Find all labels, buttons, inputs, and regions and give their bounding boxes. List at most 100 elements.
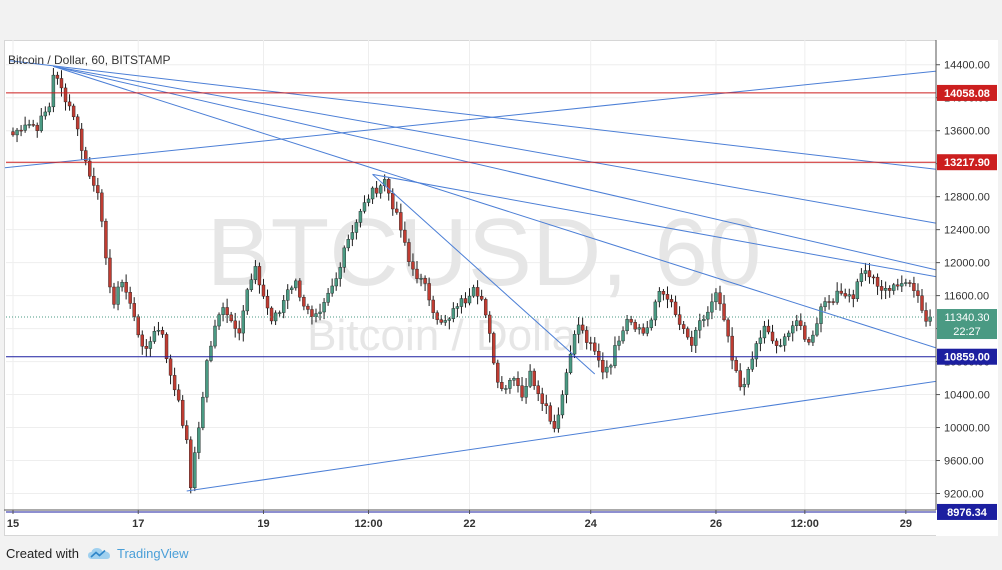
candle[interactable] [492, 331, 496, 365]
candle[interactable] [928, 309, 932, 327]
candle[interactable] [823, 297, 827, 312]
candle[interactable] [164, 332, 169, 364]
candle[interactable] [217, 312, 221, 330]
candle[interactable] [201, 391, 205, 431]
candle[interactable] [128, 286, 132, 309]
candle[interactable] [500, 376, 504, 392]
candle[interactable] [512, 376, 516, 387]
candle[interactable] [273, 310, 278, 326]
trendline[interactable] [8, 60, 959, 173]
candle[interactable] [71, 103, 76, 121]
candle[interactable] [742, 377, 746, 396]
candle[interactable] [79, 122, 84, 160]
candle[interactable] [892, 282, 896, 295]
candle[interactable] [572, 330, 577, 359]
candle[interactable] [104, 218, 108, 265]
candle[interactable] [875, 273, 880, 295]
candle[interactable] [374, 180, 379, 198]
candle[interactable] [23, 116, 27, 133]
candle[interactable] [734, 356, 738, 373]
candle[interactable] [681, 320, 686, 334]
candle[interactable] [75, 114, 80, 137]
candle[interactable] [100, 189, 104, 228]
candle[interactable] [835, 282, 839, 305]
candle[interactable] [55, 71, 60, 85]
candle[interactable] [269, 306, 274, 325]
candle[interactable] [726, 317, 730, 343]
candle[interactable] [762, 320, 767, 344]
candle[interactable] [770, 324, 775, 344]
tradingview-link[interactable]: TradingView [87, 546, 189, 561]
candle[interactable] [302, 294, 306, 311]
candle[interactable] [637, 323, 641, 335]
candle[interactable] [277, 310, 282, 317]
candle[interactable] [879, 280, 884, 300]
candle[interactable] [168, 354, 173, 385]
candle[interactable] [920, 288, 924, 314]
candle[interactable] [706, 306, 710, 327]
candle[interactable] [746, 366, 750, 388]
candle[interactable] [193, 446, 197, 492]
candle[interactable] [694, 327, 698, 354]
candle[interactable] [92, 167, 96, 192]
candle[interactable] [27, 119, 31, 129]
trendline[interactable] [4, 68, 959, 169]
candle[interactable] [593, 337, 597, 356]
candle[interactable] [782, 333, 787, 352]
candle[interactable] [758, 330, 763, 352]
candle[interactable] [827, 294, 831, 310]
candle[interactable] [803, 321, 807, 342]
candle[interactable] [613, 336, 617, 369]
candle[interactable] [552, 414, 557, 433]
candle[interactable] [754, 341, 759, 367]
candle[interactable] [108, 249, 112, 294]
candle[interactable] [483, 297, 488, 319]
candle[interactable] [904, 278, 908, 287]
candle[interactable] [189, 436, 193, 494]
candle[interactable] [597, 343, 601, 368]
candle[interactable] [564, 368, 569, 404]
candle[interactable] [791, 320, 795, 342]
candle[interactable] [617, 335, 621, 351]
candle[interactable] [645, 321, 649, 337]
candle[interactable] [774, 338, 779, 354]
candle[interactable] [641, 323, 645, 336]
candle[interactable] [633, 319, 637, 333]
candle[interactable] [799, 313, 803, 331]
candle[interactable] [677, 306, 682, 331]
candle[interactable] [766, 319, 771, 335]
candle[interactable] [786, 330, 791, 341]
candle[interactable] [172, 367, 177, 397]
candle[interactable] [855, 278, 860, 302]
candle[interactable] [532, 368, 536, 390]
candle[interactable] [609, 363, 613, 375]
candle[interactable] [863, 262, 868, 281]
candle[interactable] [839, 283, 843, 296]
candle[interactable] [508, 377, 512, 394]
candle[interactable] [51, 68, 56, 113]
candle[interactable] [120, 279, 124, 292]
price-chart[interactable]: BTCUSD, 60Bitcoin / Dollar9200.009600.00… [4, 40, 998, 536]
candle[interactable] [896, 278, 900, 291]
candle[interactable] [859, 268, 864, 287]
candle[interactable] [11, 127, 15, 137]
candle[interactable] [685, 326, 690, 340]
candle[interactable] [245, 287, 250, 315]
candle[interactable] [520, 376, 524, 402]
candle[interactable] [831, 298, 835, 306]
candle[interactable] [900, 275, 904, 293]
candle[interactable] [185, 420, 189, 444]
candle[interactable] [176, 384, 181, 403]
candle[interactable] [738, 363, 742, 391]
candle[interactable] [690, 330, 694, 353]
candle[interactable] [843, 288, 847, 299]
candle[interactable] [496, 359, 500, 389]
candle[interactable] [116, 281, 120, 311]
candle[interactable] [556, 407, 561, 433]
candle[interactable] [871, 274, 876, 285]
candle[interactable] [815, 317, 819, 337]
candle[interactable] [63, 83, 68, 111]
candle[interactable] [35, 122, 39, 138]
candle[interactable] [605, 360, 609, 379]
candle[interactable] [750, 351, 755, 372]
